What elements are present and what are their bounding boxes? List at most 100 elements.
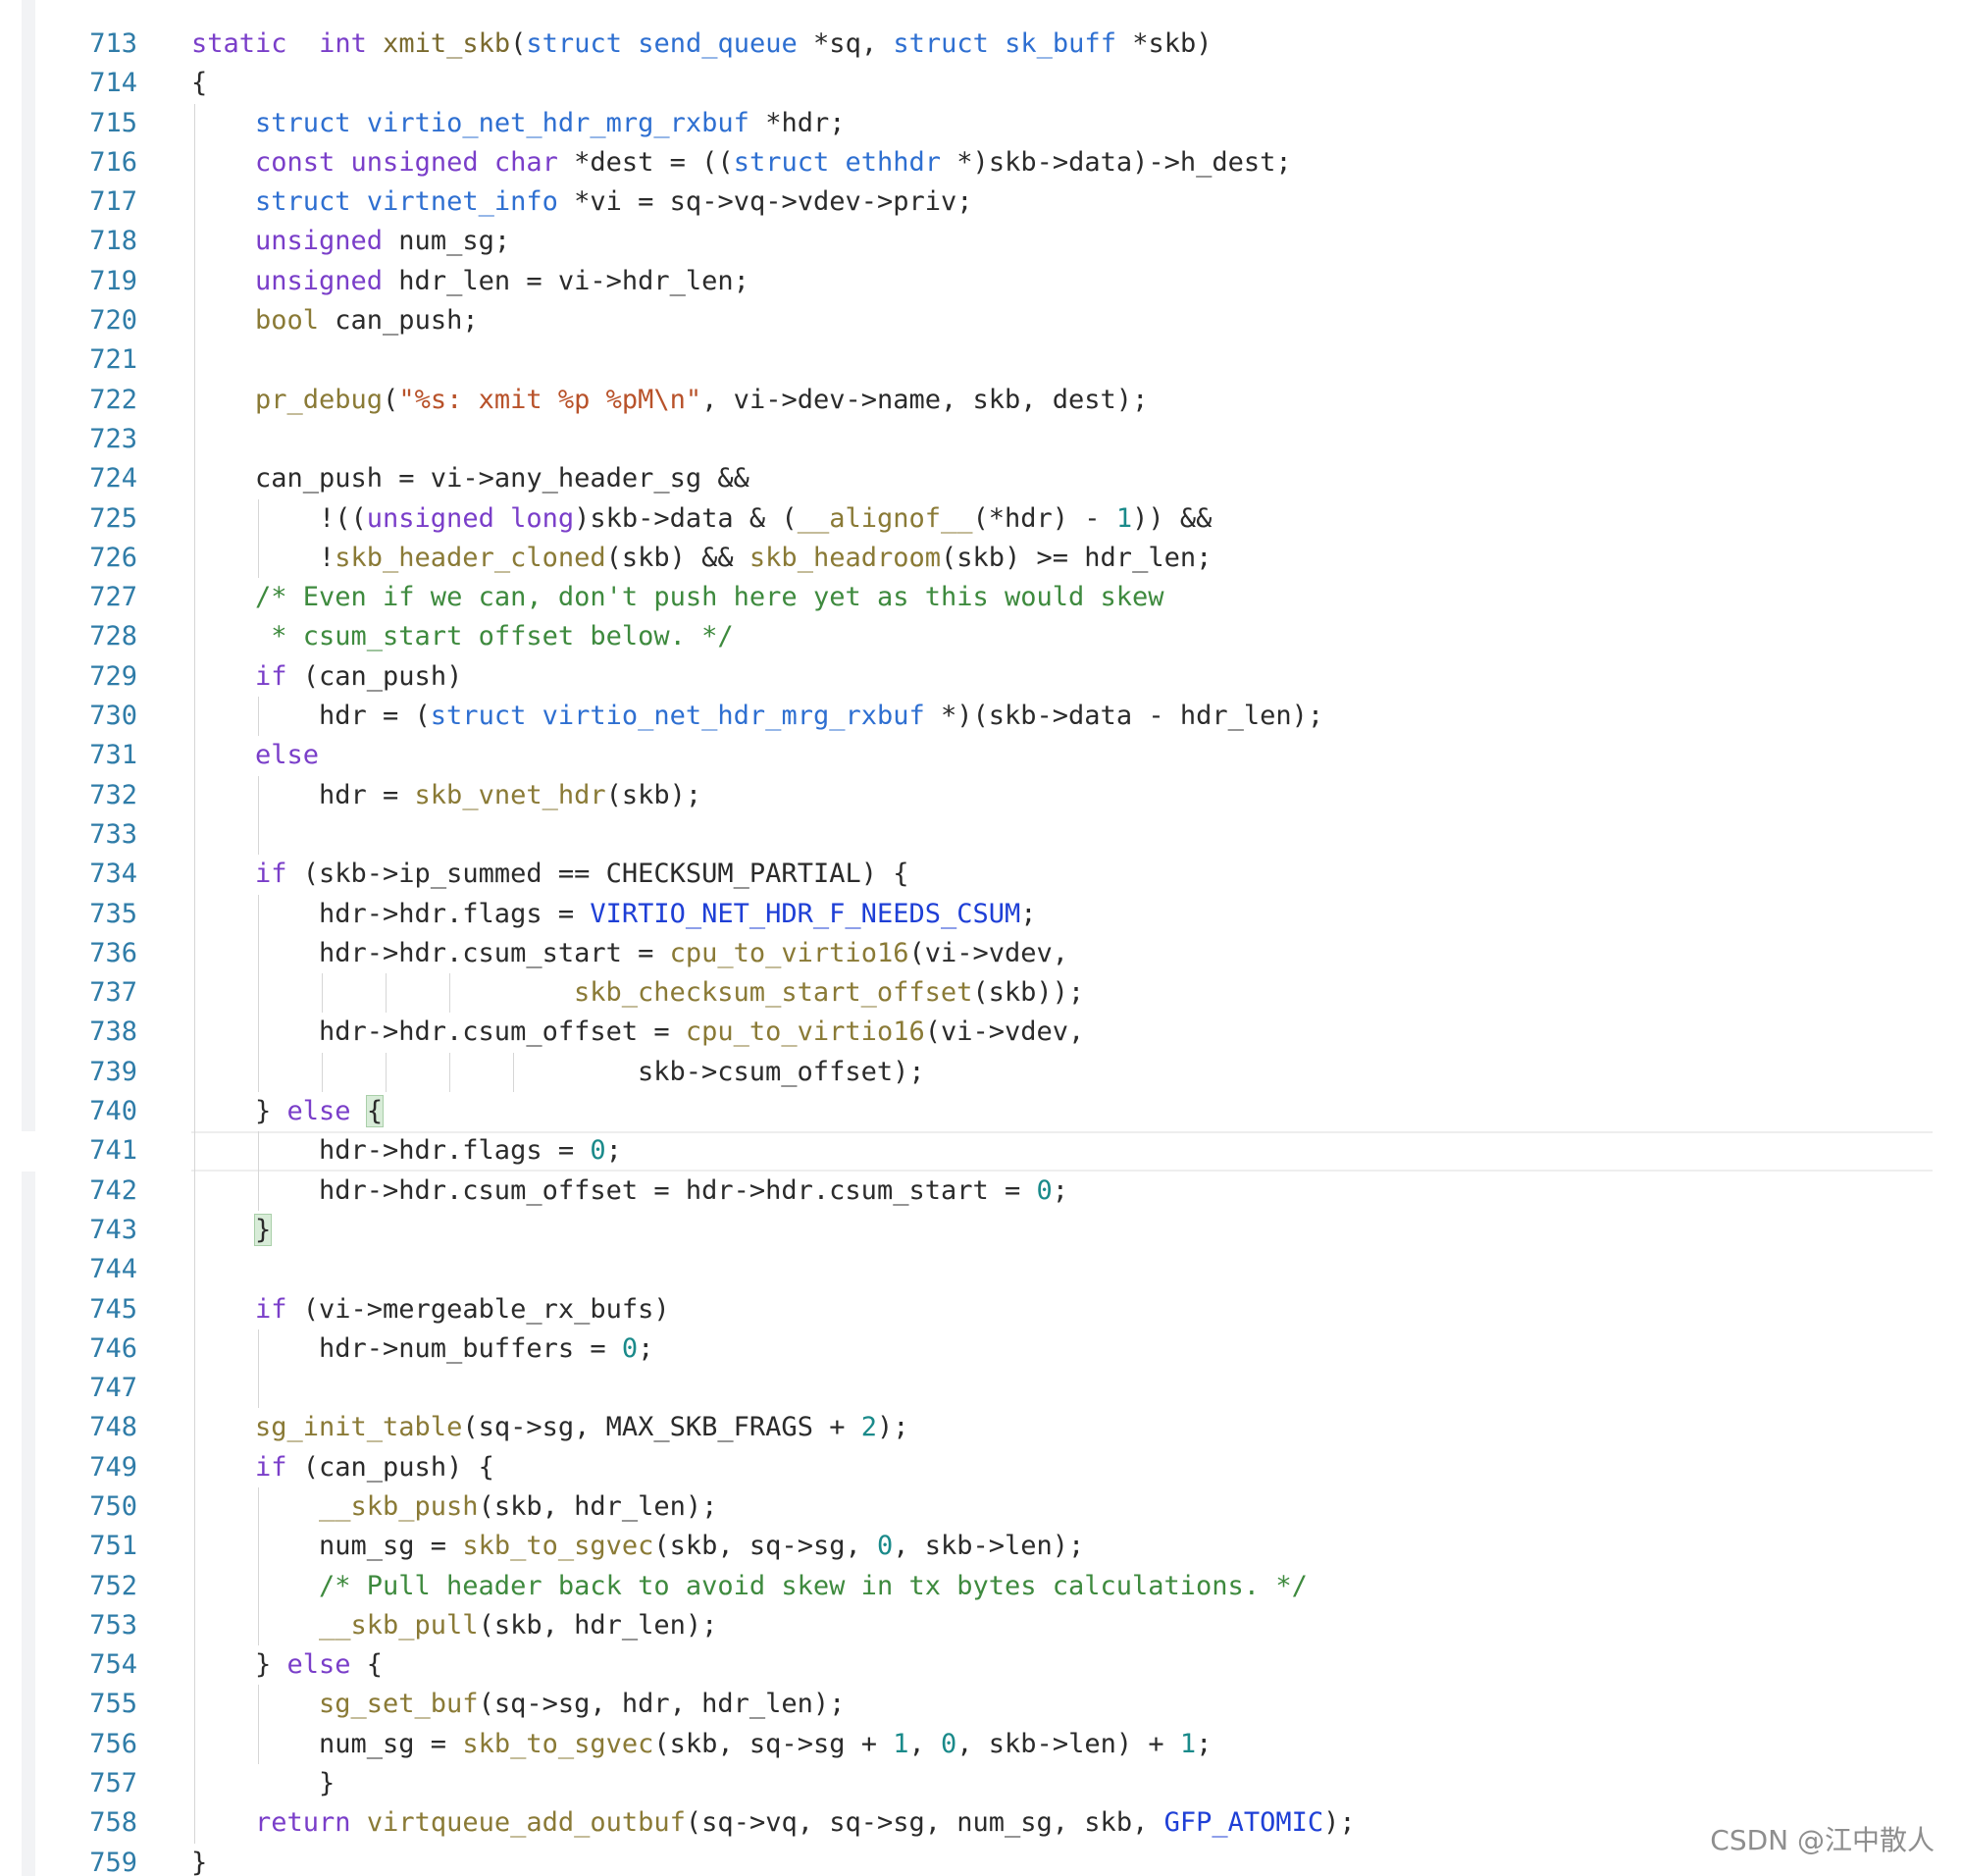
code-line[interactable]: 732 hdr = skb_vnet_hdr(skb); — [0, 775, 1962, 815]
code-line[interactable]: 714 { — [0, 64, 1962, 103]
code-line[interactable]: 730 hdr = (struct virtio_net_hdr_mrg_rxbu… — [0, 697, 1962, 737]
code-line[interactable]: 742 hdr->hdr.csum_offset = hdr->hdr.csum_… — [0, 1171, 1962, 1211]
code-token: virtqueue_add_outbuf — [366, 1807, 686, 1839]
indent-guide — [194, 814, 195, 856]
code-line[interactable]: 717 struct virtnet_info *vi = sq->vq->vde… — [0, 182, 1962, 223]
code-line[interactable]: 721 — [0, 340, 1962, 381]
line-number: 749 — [89, 1451, 137, 1483]
code-token: unsigned — [255, 226, 384, 257]
code-line[interactable]: 723 — [0, 419, 1962, 460]
line-number: 758 — [89, 1807, 137, 1839]
code-line[interactable]: 715 struct virtio_net_hdr_mrg_rxbuf *hdr; — [0, 103, 1962, 143]
code-line[interactable]: 726 !skb_header_cloned(skb) && skb_headro… — [0, 538, 1962, 579]
indent-guide — [194, 617, 195, 657]
code-token: send_queue — [638, 28, 798, 59]
code-token: 1 — [893, 1728, 909, 1759]
code-token: skb_checksum_start_offset — [574, 977, 973, 1009]
code-line[interactable]: 741 hdr->hdr.flags = 0; — [0, 1131, 1962, 1172]
code-line[interactable]: 718 unsigned num_sg; — [0, 222, 1962, 262]
indent-guide — [386, 973, 387, 1014]
code-text: skb->csum_offset); — [638, 1053, 925, 1092]
code-line[interactable]: 736 hdr->hdr.csum_start = cpu_to_virtio16… — [0, 933, 1962, 974]
code-line[interactable]: 755 sg_set_buf(sq->sg, hdr, hdr_len); — [0, 1685, 1962, 1725]
code-line[interactable]: 759} — [0, 1844, 1962, 1876]
code-line[interactable]: 745 if (vi->mergeable_rx_bufs) — [0, 1289, 1962, 1329]
code-line[interactable]: 728 * csum_start offset below. */ — [0, 617, 1962, 657]
code-line[interactable]: 722 pr_debug("%s: xmit %p %pM\n", vi->dev… — [0, 380, 1962, 420]
indent-guide — [194, 498, 195, 539]
code-token: GFP_ATOMIC — [1163, 1807, 1324, 1839]
code-token: hdr->hdr.csum_offset = — [319, 1016, 686, 1048]
code-line[interactable]: 749 if (can_push) { — [0, 1447, 1962, 1487]
code-line[interactable]: 753 __skb_pull(skb, hdr_len); — [0, 1605, 1962, 1646]
code-line[interactable]: 747 — [0, 1369, 1962, 1409]
code-line[interactable]: 751 num_sg = skb_to_sgvec(skb, sq->sg, 0,… — [0, 1527, 1962, 1567]
code-line[interactable]: 739 skb->csum_offset); — [0, 1052, 1962, 1093]
code-token: , — [908, 1728, 942, 1759]
indent-guide — [194, 1724, 195, 1765]
code-line[interactable]: 724 can_push = vi->any_header_sg && — [0, 459, 1962, 499]
indent-guide — [194, 1329, 195, 1370]
code-token: virtio_net_hdr_mrg_rxbuf — [366, 107, 749, 138]
line-number: 724 — [89, 463, 137, 495]
code-token: if — [255, 660, 287, 692]
code-token: (vi->vdev, — [908, 937, 1069, 968]
code-line[interactable]: 725 !((unsigned long)skb->data & (__align… — [0, 498, 1962, 539]
line-number: 736 — [89, 937, 137, 968]
code-line[interactable]: 729 if (can_push) — [0, 656, 1962, 698]
code-line[interactable]: 754} else { — [0, 1645, 1962, 1686]
code-token: (sq->vq, sq->sg, num_sg, skb, — [685, 1807, 1164, 1839]
line-number: 752 — [89, 1570, 137, 1601]
code-text: skb_checksum_start_offset(skb)); — [574, 973, 1084, 1013]
line-number: 739 — [89, 1056, 137, 1087]
code-line[interactable]: 719 unsigned hdr_len = vi->hdr_len; — [0, 261, 1962, 302]
code-line[interactable]: 737 skb_checksum_start_offset(skb)); — [0, 973, 1962, 1014]
code-token: (can_push) — [286, 660, 463, 692]
code-line[interactable]: 740} else { — [0, 1092, 1962, 1132]
code-line[interactable]: 758 return virtqueue_add_outbuf(sq->vq, s… — [0, 1803, 1962, 1844]
indent-guide — [194, 182, 195, 223]
indent-guide — [194, 1210, 195, 1251]
code-line[interactable]: 743} — [0, 1210, 1962, 1251]
code-line[interactable]: 748 sg_init_table(sq->sg, MAX_SKB_FRAGS +… — [0, 1408, 1962, 1448]
code-token: (skb, hdr_len); — [478, 1490, 718, 1522]
code-line[interactable]: 757} — [0, 1764, 1962, 1804]
line-number: 729 — [89, 660, 137, 692]
code-text: /* Pull header back to avoid skew in tx … — [319, 1567, 1308, 1606]
code-token: 0 — [941, 1728, 957, 1759]
code-text: } else { — [255, 1092, 385, 1131]
indent-guide — [258, 538, 259, 579]
code-line[interactable]: 746 hdr->num_buffers = 0; — [0, 1329, 1962, 1370]
indent-guide — [258, 1329, 259, 1370]
code-token: } — [191, 1847, 208, 1876]
line-number: 738 — [89, 1016, 137, 1048]
code-token: hdr->num_buffers = — [319, 1332, 622, 1364]
line-number: 714 — [89, 68, 137, 99]
code-token: ethhdr — [845, 146, 942, 178]
code-line[interactable]: 720 bool can_push; — [0, 301, 1962, 341]
code-text: unsigned hdr_len = vi->hdr_len; — [255, 262, 749, 301]
code-line[interactable]: 733 — [0, 814, 1962, 856]
code-line[interactable]: 734 if (skb->ip_summed == CHECKSUM_PARTIA… — [0, 855, 1962, 895]
code-editor[interactable]: 713 static int xmit_skb(struct send_queue… — [0, 0, 1962, 1876]
code-line[interactable]: 731 else — [0, 736, 1962, 776]
code-line[interactable]: 750 __skb_push(skb, hdr_len); — [0, 1486, 1962, 1528]
code-token: } — [255, 1096, 287, 1127]
code-token: skb_to_sgvec — [462, 1728, 654, 1759]
code-line[interactable]: 744 — [0, 1250, 1962, 1290]
code-line[interactable]: 752 /* Pull header back to avoid skew in … — [0, 1566, 1962, 1606]
code-line[interactable]: 738 hdr->hdr.csum_offset = cpu_to_virtio1… — [0, 1013, 1962, 1053]
indent-guide — [449, 1052, 450, 1093]
indent-guide — [194, 1685, 195, 1725]
code-line[interactable]: 713 static int xmit_skb(struct send_queue… — [0, 25, 1962, 64]
code-line[interactable]: 735 hdr->hdr.flags = VIRTIO_NET_HDR_F_NEE… — [0, 894, 1962, 934]
code-token: hdr = — [319, 779, 415, 810]
indent-guide — [194, 1447, 195, 1487]
code-line[interactable]: 727 /* Even if we can, don't push here ye… — [0, 578, 1962, 618]
code-line[interactable]: 756 num_sg = skb_to_sgvec(skb, sq->sg + 1… — [0, 1724, 1962, 1765]
code-token: if — [255, 1293, 287, 1325]
code-token: (skb, sq->sg + — [653, 1728, 894, 1759]
code-line[interactable]: 716 const unsigned char *dest = ((struct … — [0, 142, 1962, 183]
code-area[interactable]: 713 static int xmit_skb(struct send_queue… — [0, 25, 1962, 1876]
